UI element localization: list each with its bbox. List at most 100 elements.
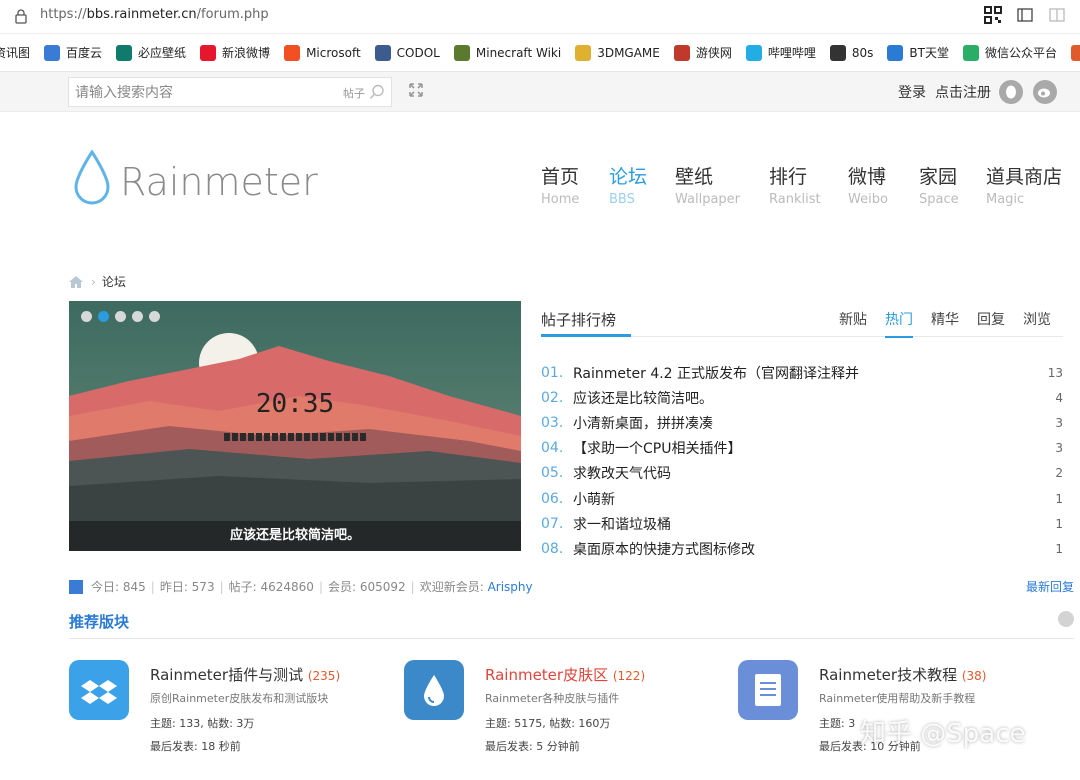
drop-icon[interactable] [404,660,464,720]
ranking-row[interactable]: 05. 求教改天气代码 2 [541,461,1063,486]
bookmark-favicon-icon [200,44,217,61]
bookmark-item[interactable]: 必应壁纸 [116,44,186,61]
slide-caption[interactable]: 应该还是比较简洁吧。 [69,521,521,551]
bookmark-item[interactable]: 家 [1071,44,1080,61]
bookmark-item[interactable]: Minecraft Wiki [453,44,561,61]
search-icon[interactable] [369,84,385,100]
slide-dot[interactable] [149,311,160,322]
ranking-list: 01. Rainmeter 4.2 正式版发布（官网翻译注释并 13 02. 应该还是比… [541,360,1063,562]
slide-dot[interactable] [81,311,92,322]
ranking-reply-count: 13 [1047,365,1063,380]
ranking-tab[interactable]: 回复 [977,309,1005,338]
ranking-post-title[interactable]: 小萌新 [573,489,1033,509]
register-link[interactable]: 点击注册 [935,82,991,102]
document-icon[interactable] [738,660,798,720]
bookmark-item[interactable]: 新浪微博 [200,44,270,61]
ranking-reply-count: 1 [1055,541,1063,556]
nav-home-cn: 首页 [541,166,580,188]
ranking-post-title[interactable]: 求教改天气代码 [573,463,1033,483]
address-bar[interactable]: https://bbs.rainmeter.cn/forum.php [0,0,1080,34]
slide-dot[interactable] [98,311,109,322]
forum-desc: Rainmeter各种皮肤与插件 [485,692,620,705]
forum-last-post[interactable]: 最后发表: 5 分钟前 [485,738,580,754]
slide-dot[interactable] [132,311,143,322]
site-logo[interactable]: Rainmeter [74,150,318,210]
collapse-icon[interactable] [1058,611,1074,627]
search-box[interactable]: 帖子 [68,77,392,107]
ranking-post-title[interactable]: 求一和谐垃圾桶 [573,514,1033,534]
forum-name[interactable]: Rainmeter皮肤区 [485,666,608,684]
qr-code-icon[interactable] [984,6,1002,24]
url-text[interactable]: https://bbs.rainmeter.cn/forum.php [40,7,269,22]
forum-card-skins[interactable]: Rainmeter皮肤区 (122) Rainmeter各种皮肤与插件 主题: … [404,660,734,760]
ranking-post-title[interactable]: 桌面原本的快捷方式图标修改 [573,539,1033,559]
bookmark-item[interactable]: 资讯图 [0,44,30,61]
nav-home[interactable]: 首页 Home [541,162,579,207]
bookmark-label: 3DMGAME [597,45,660,60]
ranking-row[interactable]: 03. 小清新桌面，拼拼凑凑 3 [541,410,1063,435]
ranking-row[interactable]: 06. 小萌新 1 [541,486,1063,511]
nav-ranklist-en: Ranklist [769,192,821,207]
ranking-number: 03. [541,414,564,431]
bookmark-item[interactable]: 3DMGAME [575,44,660,61]
bookmark-item[interactable]: Microsoft [284,44,361,61]
ranking-post-title[interactable]: 小清新桌面，拼拼凑凑 [573,413,1033,433]
reader-icon[interactable] [1048,6,1066,24]
latest-reply-link[interactable]: 最新回复 [1026,578,1074,595]
ranking-row[interactable]: 04. 【求助一个CPU相关插件】 3 [541,436,1063,461]
ranking-row[interactable]: 08. 桌面原本的快捷方式图标修改 1 [541,536,1063,561]
nav-weibo[interactable]: 微博 Weibo [848,162,888,207]
ranking-row[interactable]: 02. 应该还是比较简洁吧。 4 [541,385,1063,410]
ranking-number: 04. [541,440,564,457]
search-input[interactable] [75,82,315,104]
nav-space[interactable]: 家园 Space [919,162,959,207]
collection-icon[interactable] [1016,6,1034,24]
stats-today: 今日: 845 [91,580,146,594]
qq-login-icon[interactable] [999,80,1023,104]
login-link[interactable]: 登录 [898,82,926,102]
bookmark-item[interactable]: 80s [829,44,873,61]
fullscreen-icon[interactable] [408,82,424,98]
bookmark-label: 百度云 [66,46,103,60]
ranking-number: 07. [541,515,564,532]
slide-dot[interactable] [115,311,126,322]
bookmark-item[interactable]: 哔哩哔哩 [745,44,816,61]
ranking-post-title[interactable]: Rainmeter 4.2 正式版发布（官网翻译注释并 [573,363,1033,383]
nav-home-en: Home [541,192,580,207]
search-type-select[interactable]: 帖子 [343,85,365,101]
featured-slideshow[interactable]: 20:35 应该还是比较简洁吧。 [69,301,521,551]
ranking-tab[interactable]: 热门 [885,309,913,338]
breadcrumb-current[interactable]: 论坛 [102,273,126,290]
bookmark-label: BT天堂 [909,46,949,60]
nav-ranklist[interactable]: 排行 Ranklist [769,162,821,207]
home-icon[interactable] [69,275,83,288]
bookmark-item[interactable]: 百度云 [44,44,102,61]
ranking-tab[interactable]: 浏览 [1023,309,1051,338]
nav-wallpaper-en: Wallpaper [675,192,741,207]
slide-wallpaper [69,301,521,551]
ranking-reply-count: 3 [1055,441,1063,456]
nav-bbs-en: BBS [609,192,635,207]
bookmark-item[interactable]: BT天堂 [887,44,949,61]
ranking-tab[interactable]: 新贴 [839,309,867,338]
ranking-tab[interactable]: 精华 [931,309,959,338]
forum-desc: 原创Rainmeter皮肤发布和测试版块 [150,692,329,705]
forum-name[interactable]: Rainmeter技术教程 [819,666,957,684]
bookmark-item[interactable]: 游侠网 [673,44,732,61]
forum-last-post[interactable]: 最后发表: 18 秒前 [150,738,241,754]
nav-magic[interactable]: 道具商店 Magic [986,162,1062,207]
bookmark-item[interactable]: CODOL [374,44,440,61]
forum-card-plugins[interactable]: Rainmeter插件与测试 (235) 原创Rainmeter皮肤发布和测试版… [69,660,399,760]
nav-wallpaper[interactable]: 壁纸 Wallpaper [675,162,740,207]
bookmark-item[interactable]: 微信公众平台 [963,44,1057,61]
dropbox-icon[interactable] [69,660,129,720]
ranking-post-title[interactable]: 【求助一个CPU相关插件】 [573,438,1033,458]
ranking-row[interactable]: 07. 求一和谐垃圾桶 1 [541,511,1063,536]
forum-name[interactable]: Rainmeter插件与测试 [150,666,303,684]
nav-bbs[interactable]: 论坛 BBS [609,162,647,207]
new-member-link[interactable]: Arisphy [488,580,533,594]
ranking-reply-count: 2 [1055,466,1063,481]
ranking-post-title[interactable]: 应该还是比较简洁吧。 [573,388,1033,408]
weibo-login-icon[interactable] [1033,80,1057,104]
ranking-row[interactable]: 01. Rainmeter 4.2 正式版发布（官网翻译注释并 13 [541,360,1063,385]
